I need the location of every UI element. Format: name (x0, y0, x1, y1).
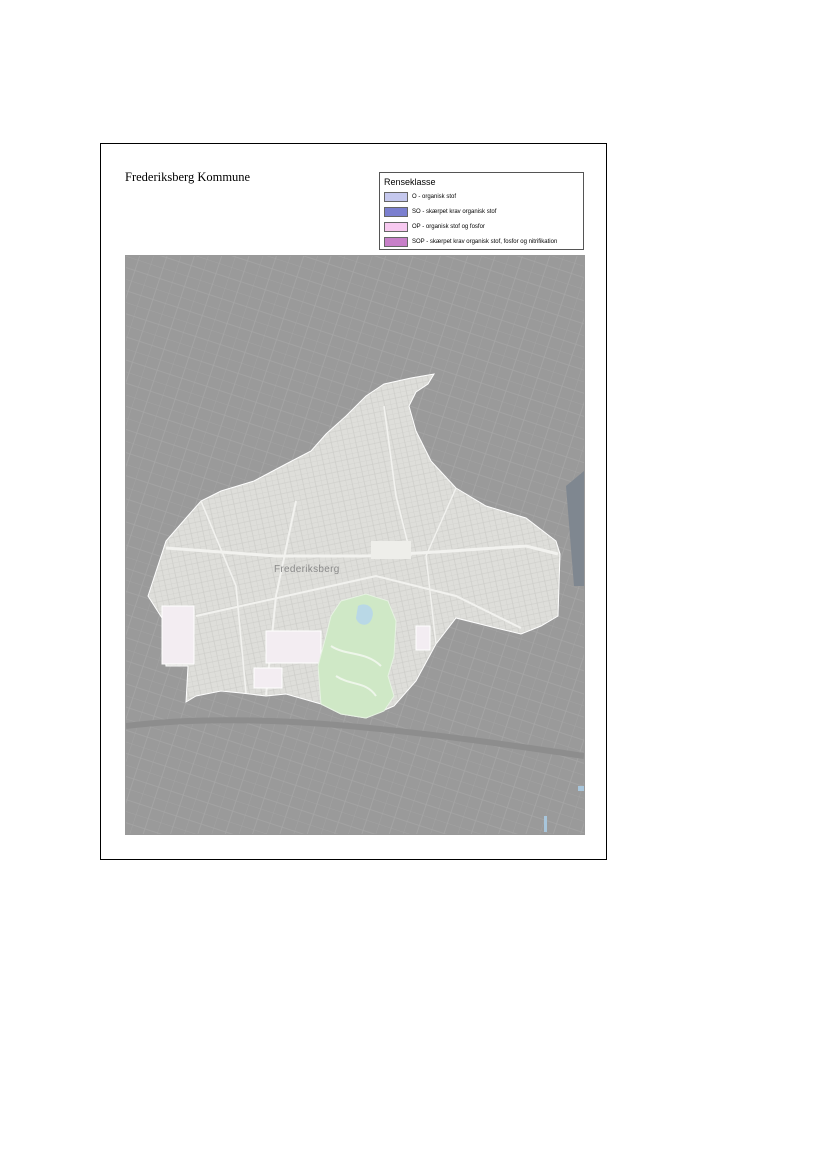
water-dot (578, 786, 584, 791)
legend-swatch-op (384, 221, 408, 232)
map-frame: Frederiksberg Kommune Renseklasse O - or… (100, 143, 607, 860)
legend-item-op: OP - organisk stof og fosfor (384, 220, 579, 233)
water-dot (544, 816, 547, 832)
open-area (253, 667, 283, 689)
open-area (371, 541, 411, 559)
map-canvas[interactable]: Frederiksberg (125, 255, 585, 835)
map-svg (126, 256, 584, 834)
open-area (415, 625, 431, 651)
legend-item-so: SO - skærpet krav organisk stof (384, 205, 579, 218)
legend-swatch-so (384, 206, 408, 217)
legend-label: OP - organisk stof og fosfor (412, 223, 485, 230)
open-area (265, 630, 322, 664)
legend-label: SO - skærpet krav organisk stof (412, 208, 497, 215)
legend-label: SOP - skærpet krav organisk stof, fosfor… (412, 238, 558, 245)
legend-label: O - organisk stof (412, 193, 457, 200)
legend-title: Renseklasse (384, 177, 436, 187)
legend-swatch-o (384, 191, 408, 202)
place-label: Frederiksberg (274, 564, 340, 575)
open-area (161, 605, 195, 665)
legend-item-sop: SOP - skærpet krav organisk stof, fosfor… (384, 235, 579, 248)
map-title: Frederiksberg Kommune (125, 170, 251, 184)
legend-swatch-sop (384, 236, 408, 247)
map-legend: Renseklasse O - organisk stof SO - skærp… (379, 172, 584, 250)
legend-item-o: O - organisk stof (384, 190, 579, 203)
